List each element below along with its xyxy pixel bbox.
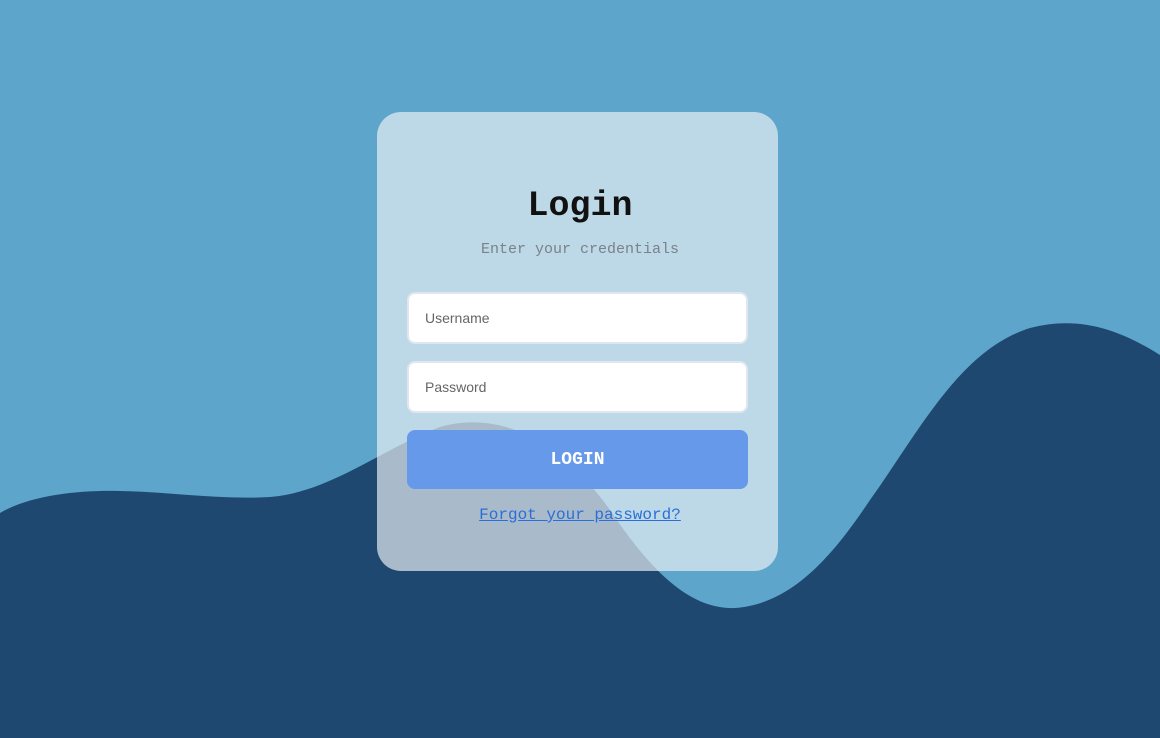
login-subtitle: Enter your credentials bbox=[480, 241, 680, 258]
password-input[interactable] bbox=[407, 361, 748, 413]
login-title: Login bbox=[527, 186, 633, 226]
forgot-password-link[interactable]: Forgot your password? bbox=[479, 506, 681, 524]
login-button[interactable]: LOGIN bbox=[407, 430, 748, 489]
username-input[interactable] bbox=[407, 292, 748, 344]
